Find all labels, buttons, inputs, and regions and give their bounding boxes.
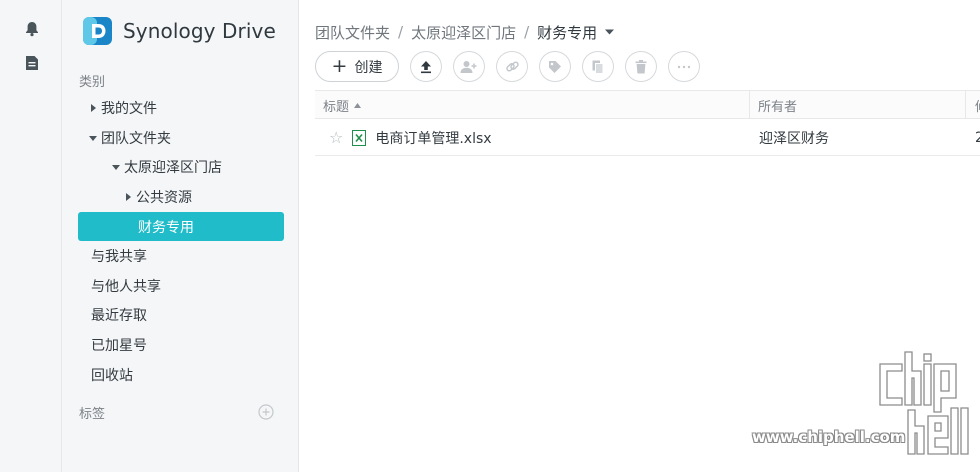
sidebar-item-starred[interactable]: 已加星号	[78, 330, 284, 359]
tag-icon	[549, 60, 561, 73]
document-icon[interactable]	[20, 51, 44, 75]
caret-right-icon[interactable]	[87, 102, 99, 114]
sidebar-item-label: 与他人共享	[91, 278, 161, 295]
copy-icon	[592, 60, 604, 74]
tags-label: 标签	[79, 407, 106, 422]
toolbar: + 创建	[315, 51, 711, 82]
caret-down-icon[interactable]	[87, 132, 99, 144]
breadcrumb-team-folder[interactable]: 团队文件夹	[315, 22, 390, 43]
file-modified: 2	[975, 129, 980, 146]
sidebar-item-public[interactable]: 公共资源	[78, 182, 284, 211]
create-button[interactable]: + 创建	[315, 51, 399, 82]
sidebar-item-label: 最近存取	[91, 307, 147, 324]
more-icon	[677, 65, 691, 68]
column-owner[interactable]: 所有者	[758, 91, 797, 119]
breadcrumb-separator: /	[524, 23, 530, 41]
add-tag-icon[interactable]	[258, 404, 274, 420]
sidebar-item-label: 回收站	[91, 367, 133, 384]
synology-drive-logo-icon	[83, 17, 112, 45]
brand-name: Synology Drive	[123, 19, 276, 43]
file-name[interactable]: 电商订单管理.xlsx	[375, 128, 491, 148]
sidebar-item-label: 我的文件	[101, 100, 157, 117]
sidebar: Synology Drive 类别 我的文件 团队文件夹 太原迎泽区门店 公共资…	[62, 0, 299, 472]
link-button[interactable]	[496, 51, 528, 82]
caret-right-icon[interactable]	[122, 191, 134, 203]
more-button[interactable]	[668, 51, 700, 82]
sidebar-item-label: 公共资源	[136, 189, 192, 206]
sidebar-item-recycle-bin[interactable]: 回收站	[78, 360, 284, 389]
category-label: 类别	[79, 75, 106, 90]
sort-ascending-icon[interactable]	[354, 102, 362, 108]
sidebar-item-shared-with-others[interactable]: 与他人共享	[78, 271, 284, 300]
synology-drive-app: Synology Drive 类别 我的文件 团队文件夹 太原迎泽区门店 公共资…	[0, 0, 980, 472]
sidebar-item-label: 财务专用	[138, 219, 194, 236]
brand: Synology Drive	[82, 14, 276, 48]
link-icon	[505, 61, 519, 72]
sidebar-item-label: 团队文件夹	[101, 130, 171, 147]
sidebar-item-shared-with-me[interactable]: 与我共享	[78, 241, 284, 270]
breadcrumb-current-folder[interactable]: 财务专用	[537, 22, 597, 43]
column-title[interactable]: 标题	[323, 91, 362, 119]
file-list-header: 标题 所有者 修	[315, 90, 980, 119]
sidebar-item-recent[interactable]: 最近存取	[78, 300, 284, 329]
caret-down-icon[interactable]	[110, 161, 122, 173]
plus-icon: +	[331, 55, 348, 77]
icon-rail	[0, 0, 62, 472]
copy-button[interactable]	[582, 51, 614, 82]
column-title-label: 标题	[323, 99, 350, 115]
sidebar-item-label: 与我共享	[91, 248, 147, 265]
bell-icon[interactable]	[20, 17, 44, 41]
excel-file-icon	[352, 129, 367, 146]
delete-button[interactable]	[625, 51, 657, 82]
create-label: 创建	[354, 59, 383, 76]
upload-button[interactable]	[410, 51, 442, 82]
breadcrumb-store[interactable]: 太原迎泽区门店	[411, 22, 516, 43]
star-icon[interactable]: ☆	[329, 128, 343, 147]
breadcrumb: 团队文件夹 / 太原迎泽区门店 / 财务专用	[315, 21, 615, 43]
watermark-text: www.chiphell.com	[752, 428, 906, 446]
column-modified[interactable]: 修	[975, 91, 980, 119]
sidebar-item-label: 已加星号	[91, 337, 147, 354]
share-user-button[interactable]	[453, 51, 485, 82]
file-row[interactable]: ☆ 电商订单管理.xlsx 迎泽区财务 2	[315, 120, 980, 156]
share-user-icon	[460, 60, 477, 73]
file-name-cell: ☆ 电商订单管理.xlsx	[329, 120, 492, 155]
breadcrumb-separator: /	[398, 23, 404, 41]
column-owner-label: 所有者	[758, 99, 798, 115]
chiphell-watermark: www.chiphell.com	[752, 350, 978, 462]
column-divider[interactable]	[965, 91, 966, 119]
upload-icon	[421, 60, 431, 73]
delete-icon	[635, 59, 647, 73]
column-divider[interactable]	[749, 91, 750, 119]
file-owner: 迎泽区财务	[759, 130, 829, 147]
sidebar-item-label: 太原迎泽区门店	[124, 159, 222, 176]
sidebar-item-my-files[interactable]: 我的文件	[78, 93, 284, 122]
sidebar-item-store[interactable]: 太原迎泽区门店	[78, 152, 284, 181]
sidebar-item-finance[interactable]: 财务专用	[78, 212, 284, 241]
sidebar-item-team-folder[interactable]: 团队文件夹	[78, 123, 284, 152]
column-modified-label: 修	[975, 96, 980, 115]
caret-down-icon[interactable]	[605, 29, 615, 35]
tag-button[interactable]	[539, 51, 571, 82]
